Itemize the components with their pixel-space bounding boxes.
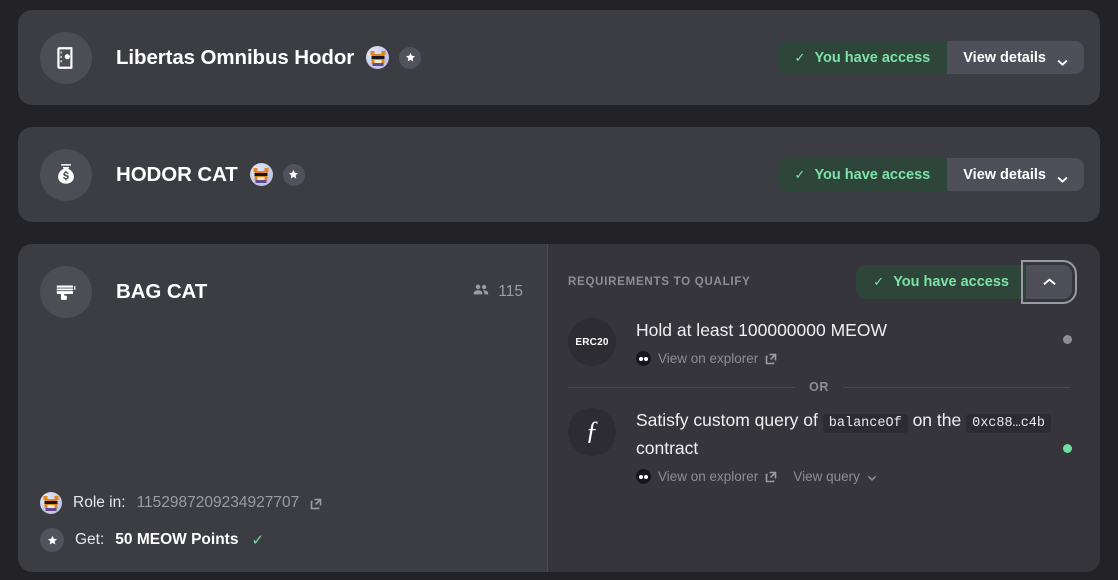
requirement-text-part: on the bbox=[912, 410, 962, 431]
chevron-down-icon bbox=[1057, 171, 1068, 183]
access-status-label: You have access bbox=[893, 274, 1009, 290]
check-icon: ✓ bbox=[794, 49, 806, 65]
or-label: OR bbox=[809, 380, 829, 395]
explorer-icon bbox=[636, 469, 651, 485]
reward-value: 50 MEOW Points bbox=[115, 531, 239, 548]
view-details-label: View details bbox=[963, 166, 1046, 183]
chevron-up-icon bbox=[1042, 273, 1056, 291]
requirement-body: Satisfy custom query of balanceOf on the… bbox=[636, 406, 1053, 485]
external-link-icon bbox=[765, 471, 777, 483]
star-icon bbox=[399, 46, 422, 69]
star-icon bbox=[282, 163, 305, 186]
page-title: Libertas Omnibus Hodor bbox=[116, 45, 355, 69]
function-badge-label: ƒ bbox=[585, 416, 599, 446]
check-icon: ✓ bbox=[794, 166, 806, 182]
meta-row-reward: Get: 50 MEOW Points ✓ bbox=[40, 528, 523, 552]
divider-line-left bbox=[568, 386, 796, 388]
requirement-text-part: Satisfy custom query of bbox=[636, 410, 818, 431]
check-icon: ✓ bbox=[251, 532, 265, 549]
requirement-text-part: contract bbox=[636, 438, 699, 459]
money-bag-icon bbox=[40, 148, 92, 201]
requirement-body: Hold at least 100000000 MEOW View on exp… bbox=[636, 316, 1053, 367]
requirement-links: View on explorer bbox=[636, 351, 1053, 367]
cat-avatar bbox=[366, 46, 390, 69]
view-details-button[interactable]: View details bbox=[947, 41, 1084, 74]
card-title-row: HODOR CAT bbox=[92, 163, 305, 187]
divider-line-right bbox=[842, 386, 1070, 388]
role-label: Role in: bbox=[73, 494, 126, 511]
or-divider: OR bbox=[568, 380, 1072, 394]
access-button-group: ✓ You have access View details bbox=[777, 158, 1084, 191]
notebook-icon bbox=[40, 31, 92, 84]
view-on-explorer-link[interactable]: View on explorer bbox=[636, 469, 777, 485]
requirement-links: View on explorer View query bbox=[636, 469, 1053, 485]
requirements-list: ERC20 Hold at least 100000000 MEOW View … bbox=[568, 312, 1072, 488]
requirements-panel: REQUIREMENTS TO QUALIFY ✓ You have acces… bbox=[548, 244, 1100, 572]
view-query-label: View query bbox=[793, 469, 860, 485]
check-icon: ✓ bbox=[873, 274, 885, 289]
collapse-requirements-button[interactable] bbox=[1021, 260, 1077, 304]
requirement-row: ƒ Satisfy custom query of balanceOf on t… bbox=[568, 402, 1072, 488]
requirements-heading: REQUIREMENTS TO QUALIFY bbox=[568, 276, 751, 288]
users-icon bbox=[472, 281, 489, 303]
cat-avatar bbox=[249, 163, 273, 186]
page-title: HODOR CAT bbox=[116, 162, 238, 186]
access-status-label: You have access bbox=[814, 166, 931, 183]
view-on-explorer-label: View on explorer bbox=[658, 351, 759, 367]
chevron-down-icon bbox=[867, 469, 877, 484]
access-status-badge: ✓ You have access bbox=[777, 158, 948, 191]
view-details-button[interactable]: View details bbox=[947, 158, 1084, 191]
erc20-badge-label: ERC20 bbox=[575, 336, 609, 348]
community-card-libertas-omnibus-hodor[interactable]: Libertas Omnibus Hodor ✓ You have access… bbox=[18, 10, 1100, 105]
card-title-row: Libertas Omnibus Hodor bbox=[92, 45, 422, 70]
access-status-badge: ✓ You have access bbox=[777, 41, 948, 74]
community-card-hodor-cat[interactable]: HODOR CAT ✓ You have access View details bbox=[18, 127, 1100, 222]
access-status-label: You have access bbox=[814, 49, 931, 66]
requirements-header: REQUIREMENTS TO QUALIFY ✓ You have acces… bbox=[568, 260, 1077, 304]
card-header: BAG CAT 115 bbox=[40, 266, 523, 318]
external-link-icon bbox=[765, 353, 777, 365]
external-link-icon[interactable] bbox=[310, 497, 322, 510]
explorer-icon bbox=[636, 351, 651, 367]
cat-avatar bbox=[40, 492, 62, 514]
access-button-group: ✓ You have access bbox=[856, 260, 1077, 304]
access-status-badge: ✓ You have access bbox=[856, 265, 1026, 299]
requirement-row: ERC20 Hold at least 100000000 MEOW View … bbox=[568, 312, 1072, 370]
role-id-value: 1152987209234927707 bbox=[136, 494, 300, 511]
page-title: BAG CAT bbox=[116, 280, 208, 303]
requirement-text: Hold at least 100000000 MEOW bbox=[636, 317, 1053, 344]
code-chip-contract: 0xc88…c4b bbox=[966, 414, 1052, 434]
card-left-panel: BAG CAT 115 Role in: 1152987209234927707… bbox=[18, 244, 548, 572]
chevron-down-icon bbox=[1057, 54, 1068, 66]
reward-label: Get: bbox=[75, 531, 105, 548]
page-root: Libertas Omnibus Hodor ✓ You have access… bbox=[0, 0, 1118, 580]
code-chip-method: balanceOf bbox=[822, 414, 908, 434]
requirement-status-dot bbox=[1063, 444, 1072, 454]
card-meta-list: Role in: 1152987209234927707 Get: 50 MEO… bbox=[40, 492, 523, 552]
view-query-link[interactable]: View query bbox=[793, 469, 877, 484]
money-gun-icon bbox=[40, 266, 92, 318]
erc20-token-icon: ERC20 bbox=[568, 318, 616, 366]
meta-row-role: Role in: 1152987209234927707 bbox=[40, 492, 523, 514]
community-card-bag-cat: BAG CAT 115 Role in: 1152987209234927707… bbox=[18, 244, 1100, 572]
requirement-text: Satisfy custom query of balanceOf on the… bbox=[636, 407, 1053, 462]
requirement-text-part: Hold at least 100000000 MEOW bbox=[636, 320, 887, 340]
view-details-label: View details bbox=[963, 49, 1046, 66]
members-count: 115 bbox=[472, 281, 523, 303]
star-icon bbox=[40, 528, 64, 552]
function-icon: ƒ bbox=[568, 408, 616, 457]
requirement-status-dot bbox=[1063, 335, 1072, 344]
access-button-group: ✓ You have access View details bbox=[777, 41, 1084, 74]
view-on-explorer-label: View on explorer bbox=[658, 469, 759, 485]
view-on-explorer-link[interactable]: View on explorer bbox=[636, 351, 777, 367]
members-count-value: 115 bbox=[498, 283, 523, 300]
